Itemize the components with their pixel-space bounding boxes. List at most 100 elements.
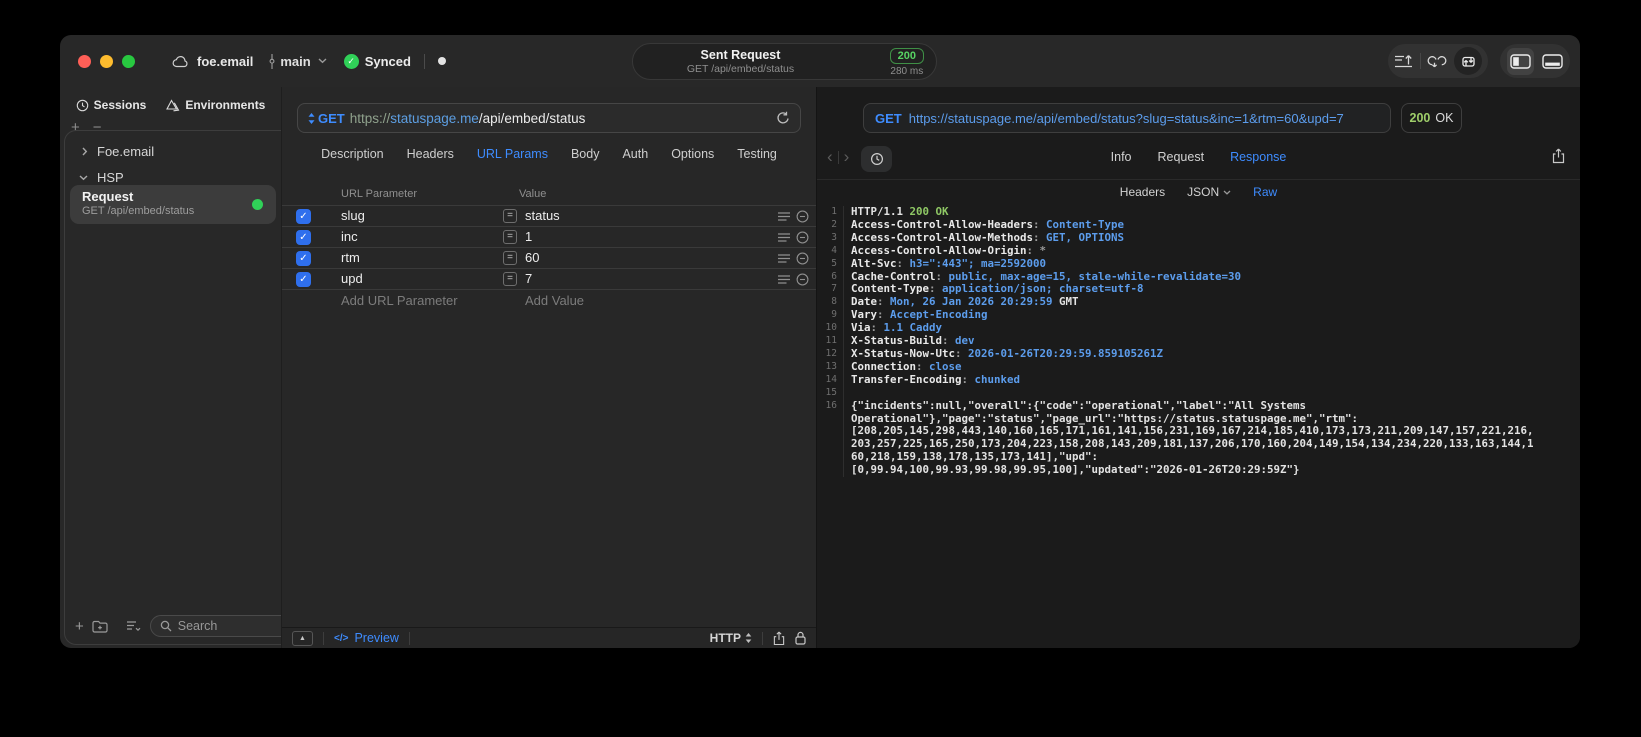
request-tab-description[interactable]: Description	[321, 147, 384, 161]
duration-label: 280 ms	[890, 66, 924, 77]
sidebar-tab-sessions[interactable]: Sessions	[76, 98, 147, 112]
line-number: 3	[817, 231, 844, 245]
drag-handle-icon[interactable]	[778, 275, 790, 284]
environments-icon	[166, 98, 180, 112]
response-tab-info[interactable]: Info	[1111, 150, 1132, 164]
drag-handle-icon[interactable]	[778, 254, 790, 263]
request-tab-headers[interactable]: Headers	[407, 147, 454, 161]
line-number: 13	[817, 360, 844, 374]
line-number: 10	[817, 322, 844, 336]
drag-handle-icon[interactable]	[778, 233, 790, 242]
collapse-panel-button[interactable]: ▲	[292, 630, 313, 646]
request-editor-panel: GET https://statuspage.me/api/embed/stat…	[281, 87, 816, 648]
remove-param-button[interactable]	[796, 252, 809, 265]
response-tab-request[interactable]: Request	[1158, 150, 1205, 164]
line-number: 9	[817, 309, 844, 323]
share-icon[interactable]	[773, 631, 785, 646]
param-value-field[interactable]: 1	[525, 229, 532, 244]
tree-item-foe-email[interactable]: Foe.email	[82, 144, 154, 159]
tree-item-hsp[interactable]: HSP	[79, 170, 124, 185]
url-host: statuspage.me	[390, 110, 479, 126]
protocol-selector[interactable]: HTTP	[710, 631, 752, 645]
response-subtab-headers[interactable]: Headers	[1120, 185, 1165, 199]
sidebar-tab-environments[interactable]: Environments	[166, 98, 265, 112]
close-button[interactable]	[78, 55, 91, 68]
request-summary-pill[interactable]: Sent Request GET /api/embed/status 200 2…	[632, 43, 937, 80]
sessions-label: Sessions	[93, 98, 147, 112]
preview-button[interactable]: </> Preview	[334, 631, 399, 645]
method-selector[interactable]: GET	[308, 111, 345, 126]
column-value: Value	[519, 188, 547, 200]
drag-handle-icon[interactable]	[778, 212, 790, 221]
response-tab-response[interactable]: Response	[1230, 150, 1286, 164]
branch-selector[interactable]: main	[268, 53, 327, 69]
param-value-field[interactable]: 60	[525, 250, 539, 265]
param-enabled-checkbox[interactable]: ✓	[296, 272, 311, 287]
request-tab-auth[interactable]: Auth	[622, 147, 648, 161]
param-enabled-checkbox[interactable]: ✓	[296, 251, 311, 266]
project-name[interactable]: foe.email	[197, 54, 253, 69]
remove-param-button[interactable]	[796, 231, 809, 244]
minimize-button[interactable]	[100, 55, 113, 68]
sort-filter-icon[interactable]	[126, 620, 142, 632]
line-content: [0,99.94,100,99.93,99.98,99.95,100],"upd…	[851, 463, 1300, 477]
zoom-button[interactable]	[122, 55, 135, 68]
status-badge: 200	[889, 48, 924, 64]
new-folder-icon[interactable]	[92, 620, 108, 633]
export-lines-icon[interactable]	[1394, 53, 1414, 69]
param-name-field[interactable]: inc	[341, 229, 358, 244]
lock-icon[interactable]	[795, 631, 806, 645]
search-icon	[160, 620, 172, 632]
line-number	[817, 451, 844, 465]
response-status-box: 200 OK	[1401, 103, 1462, 133]
response-subtab-json[interactable]: JSON	[1187, 185, 1231, 199]
branch-name: main	[280, 53, 311, 69]
branch-icon	[268, 53, 276, 69]
param-value-field[interactable]: 7	[525, 271, 532, 286]
add-param-name-placeholder[interactable]: Add URL Parameter	[341, 293, 458, 308]
add-param-value-placeholder[interactable]: Add Value	[525, 293, 584, 308]
resend-request-icon[interactable]	[776, 111, 790, 125]
chevron-right-icon	[82, 147, 88, 156]
add-param-row[interactable]: Add URL Parameter Add Value	[282, 289, 816, 310]
param-value-field[interactable]: status	[525, 208, 560, 223]
param-row: ✓ upd = 7	[282, 268, 816, 289]
export-response-icon[interactable]	[1552, 148, 1565, 164]
window-controls	[78, 55, 135, 68]
toggle-bottom-panel-button[interactable]	[1541, 53, 1563, 69]
tree-item-label: Foe.email	[97, 144, 155, 159]
loop-icon[interactable]	[1426, 53, 1448, 69]
footer-divider	[762, 631, 763, 645]
request-tab-testing[interactable]: Testing	[737, 147, 777, 161]
param-name-field[interactable]: rtm	[341, 250, 360, 265]
line-number: 14	[817, 373, 844, 387]
param-row: ✓ inc = 1	[282, 226, 816, 247]
line-number: 12	[817, 347, 844, 361]
line-number	[817, 438, 844, 452]
selected-request-item[interactable]: Request GET /api/embed/status	[70, 185, 276, 224]
request-tab-body[interactable]: Body	[571, 147, 600, 161]
repeat-request-button[interactable]	[1454, 47, 1483, 75]
sent-request-url-box[interactable]: GET https://statuspage.me/api/embed/stat…	[863, 103, 1391, 133]
response-body[interactable]: 1 HTTP/1.1 200 OK 2 Access-Control-Allow-He…	[817, 205, 1580, 648]
desktop-background: foe.email main ✓ Synced Sent Request GET…	[0, 0, 1641, 737]
request-url-bar[interactable]: GET https://statuspage.me/api/embed/stat…	[297, 103, 801, 133]
new-request-button[interactable]: +	[75, 619, 84, 634]
remove-param-button[interactable]	[796, 210, 809, 223]
sync-check-icon: ✓	[343, 53, 359, 69]
response-subtabs: Headers JSON Raw	[817, 185, 1580, 199]
remove-param-button[interactable]	[796, 273, 809, 286]
line-content	[844, 387, 851, 400]
toggle-sidebar-button[interactable]	[1507, 47, 1535, 75]
param-enabled-checkbox[interactable]: ✓	[296, 230, 311, 245]
request-summary-title: Sent Request	[700, 48, 781, 62]
app-window: foe.email main ✓ Synced Sent Request GET…	[60, 35, 1580, 648]
param-name-field[interactable]: upd	[341, 271, 363, 286]
param-name-field[interactable]: slug	[341, 208, 365, 223]
request-tab-options[interactable]: Options	[671, 147, 714, 161]
line-number: 6	[817, 270, 844, 284]
request-tab-url-params[interactable]: URL Params	[477, 147, 548, 161]
sync-status[interactable]: ✓ Synced	[343, 53, 411, 69]
response-subtab-raw[interactable]: Raw	[1253, 185, 1277, 199]
param-enabled-checkbox[interactable]: ✓	[296, 209, 311, 224]
